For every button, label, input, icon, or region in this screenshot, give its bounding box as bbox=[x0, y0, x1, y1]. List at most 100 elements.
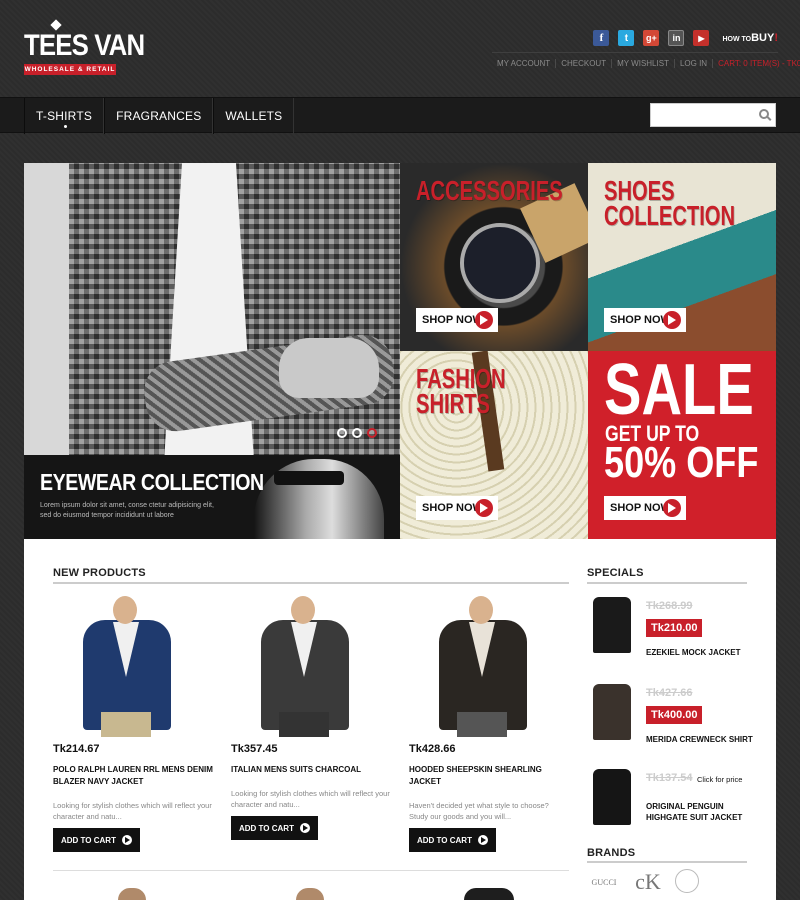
brands-heading: BRANDS bbox=[587, 847, 636, 859]
product-image-partial[interactable] bbox=[118, 888, 146, 900]
nav-item-t-shirts[interactable]: T-SHIRTS bbox=[24, 98, 105, 134]
linkedin-icon[interactable]: in bbox=[668, 30, 685, 46]
nav-item-fragrances[interactable]: FRAGRANCES bbox=[104, 98, 214, 134]
twitter-icon[interactable]: t bbox=[618, 30, 635, 46]
product-price: Tk428.66 bbox=[409, 743, 456, 755]
slider-dot[interactable] bbox=[352, 428, 362, 438]
specials-heading: SPECIALS bbox=[587, 567, 644, 579]
shop-now-button[interactable]: SHOP NOW! bbox=[604, 496, 686, 520]
top-links: MY ACCOUNT CHECKOUT MY WISHLIST LOG IN C… bbox=[492, 52, 800, 68]
product-description: Haven't decided yet what style to choose… bbox=[409, 801, 549, 821]
divider bbox=[587, 861, 747, 863]
product-name[interactable]: HOODED SHEEPSKIN SHEARLING JACKET bbox=[409, 764, 569, 788]
shop-now-button[interactable]: SHOP NOW! bbox=[416, 496, 498, 520]
special-price: Tk400.00 bbox=[646, 706, 703, 724]
fashion-shirts-banner[interactable]: FASHION SHIRTS SHOP NOW! bbox=[400, 351, 588, 539]
sunglasses-shape bbox=[274, 471, 344, 485]
old-price: Tk427.66 bbox=[646, 687, 693, 699]
facebook-icon[interactable]: f bbox=[593, 30, 610, 46]
special-name[interactable]: EZEKIEL MOCK JACKET bbox=[646, 647, 756, 658]
how-to-buy-link[interactable]: HOW TOBUY! bbox=[722, 32, 778, 44]
my-wishlist-link[interactable]: MY WISHLIST bbox=[612, 59, 675, 68]
brand-logo-versace[interactable] bbox=[675, 869, 699, 893]
special-image[interactable] bbox=[593, 597, 631, 653]
nav-item-wallets[interactable]: WALLETS bbox=[213, 98, 295, 134]
head-shape bbox=[291, 596, 315, 624]
product-image[interactable] bbox=[409, 592, 559, 737]
slider-dot[interactable] bbox=[337, 428, 347, 438]
trousers-shape bbox=[279, 712, 329, 737]
banner-title: FASHION SHIRTS bbox=[416, 365, 506, 418]
add-to-cart-button[interactable]: ADD TO CART bbox=[409, 828, 496, 852]
add-to-cart-label: ADD TO CART bbox=[61, 835, 116, 845]
product-price: Tk357.45 bbox=[231, 743, 278, 755]
log-in-link[interactable]: LOG IN bbox=[675, 59, 714, 68]
divider bbox=[53, 870, 569, 871]
divider bbox=[587, 582, 747, 584]
slider-dot-active[interactable] bbox=[367, 428, 377, 438]
add-to-cart-label: ADD TO CART bbox=[417, 835, 472, 845]
arrow-right-icon bbox=[477, 835, 488, 845]
logo-title: TEES VAN bbox=[24, 29, 145, 62]
shop-now-button[interactable]: SHOP NOW! bbox=[604, 308, 686, 332]
search-input[interactable] bbox=[651, 104, 751, 126]
product-description: Looking for stylish clothes which will r… bbox=[231, 789, 390, 809]
special-image[interactable] bbox=[593, 769, 631, 825]
add-to-cart-button[interactable]: ADD TO CART bbox=[53, 828, 140, 852]
product-name[interactable]: POLO RALPH LAUREN RRL MENS DENIM BLAZER … bbox=[53, 764, 213, 788]
search-box bbox=[650, 103, 776, 127]
product-image-partial[interactable] bbox=[464, 888, 514, 900]
brand-logo-gucci[interactable]: GUCCI bbox=[587, 869, 621, 895]
special-name[interactable]: MERIDA CREWNECK SHIRT bbox=[646, 734, 756, 745]
divider bbox=[53, 582, 569, 584]
product-image[interactable] bbox=[53, 592, 203, 737]
hero-caption: EYEWEAR COLLECTION Lorem ipsum dolor sit… bbox=[24, 455, 400, 539]
cart-summary-link[interactable]: CART: 0 ITEM(S) - TK0.00 bbox=[713, 59, 800, 68]
exclamation-label: ! bbox=[774, 32, 778, 44]
banner-title: ACCESSORIES bbox=[416, 175, 563, 206]
brand-logo-ck[interactable]: cK bbox=[631, 869, 665, 895]
old-price: Tk268.99 bbox=[646, 600, 693, 612]
shoes-banner[interactable]: SHOES COLLECTION SHOP NOW! bbox=[588, 163, 776, 351]
banner-title-line: COLLECTION bbox=[604, 200, 736, 231]
product-price: Tk214.67 bbox=[53, 743, 100, 755]
sale-banner[interactable]: SALE GET UP TO 50% OFF SHOP NOW! bbox=[588, 351, 776, 539]
price-note[interactable]: Click for price bbox=[697, 775, 742, 784]
add-to-cart-label: ADD TO CART bbox=[239, 823, 294, 833]
watch-face-shape bbox=[460, 223, 540, 303]
youtube-icon[interactable]: ▶ bbox=[693, 30, 710, 46]
product-image[interactable] bbox=[231, 592, 381, 737]
social-links: f t g+ in ▶ HOW TOBUY! bbox=[593, 30, 778, 46]
google-plus-icon[interactable]: g+ bbox=[643, 30, 660, 46]
brand-logos: GUCCI cK bbox=[587, 869, 699, 895]
add-to-cart-button[interactable]: ADD TO CART bbox=[231, 816, 318, 840]
old-price: Tk137.54 bbox=[646, 772, 693, 784]
arrow-right-icon bbox=[663, 311, 681, 329]
hero-hand-shape bbox=[279, 338, 379, 398]
accessories-banner[interactable]: ACCESSORIES SHOP NOW! bbox=[400, 163, 588, 351]
arrow-right-icon bbox=[121, 835, 132, 845]
special-price: Tk210.00 bbox=[646, 619, 703, 637]
special-name[interactable]: ORIGINAL PENGUIN HIGHGATE SUIT JACKET bbox=[646, 801, 756, 823]
product-card: Tk357.45 ITALIAN MENS SUITS CHARCOAL Loo… bbox=[231, 592, 391, 840]
trousers-shape bbox=[457, 712, 507, 737]
shop-now-button[interactable]: SHOP NOW! bbox=[416, 308, 498, 332]
my-account-link[interactable]: MY ACCOUNT bbox=[492, 59, 557, 68]
product-name[interactable]: ITALIAN MENS SUITS CHARCOAL bbox=[231, 764, 391, 776]
search-icon[interactable] bbox=[759, 109, 769, 119]
new-products-heading: NEW PRODUCTS bbox=[53, 567, 146, 579]
logo-subtitle: WHOLESALE & RETAIL bbox=[24, 64, 116, 75]
hero-text: Lorem ipsum dolor sit amet, conse ctetur… bbox=[40, 502, 214, 519]
checkout-link[interactable]: CHECKOUT bbox=[556, 59, 613, 68]
arrow-right-icon bbox=[663, 499, 681, 517]
main-content: NEW PRODUCTS Tk214.67 POLO RALPH LAUREN … bbox=[24, 539, 776, 900]
slider-dots bbox=[337, 428, 377, 438]
logo[interactable]: TEES VAN WHOLESALE & RETAIL bbox=[24, 19, 145, 75]
sale-percent: 50% OFF bbox=[604, 438, 759, 487]
arrow-right-icon bbox=[475, 499, 493, 517]
hero-slider[interactable]: EYEWEAR COLLECTION Lorem ipsum dolor sit… bbox=[24, 163, 400, 539]
hero-title: EYEWEAR COLLECTION bbox=[40, 469, 264, 495]
special-image[interactable] bbox=[593, 684, 631, 740]
head-shape bbox=[469, 596, 493, 624]
product-image-partial[interactable] bbox=[296, 888, 324, 900]
